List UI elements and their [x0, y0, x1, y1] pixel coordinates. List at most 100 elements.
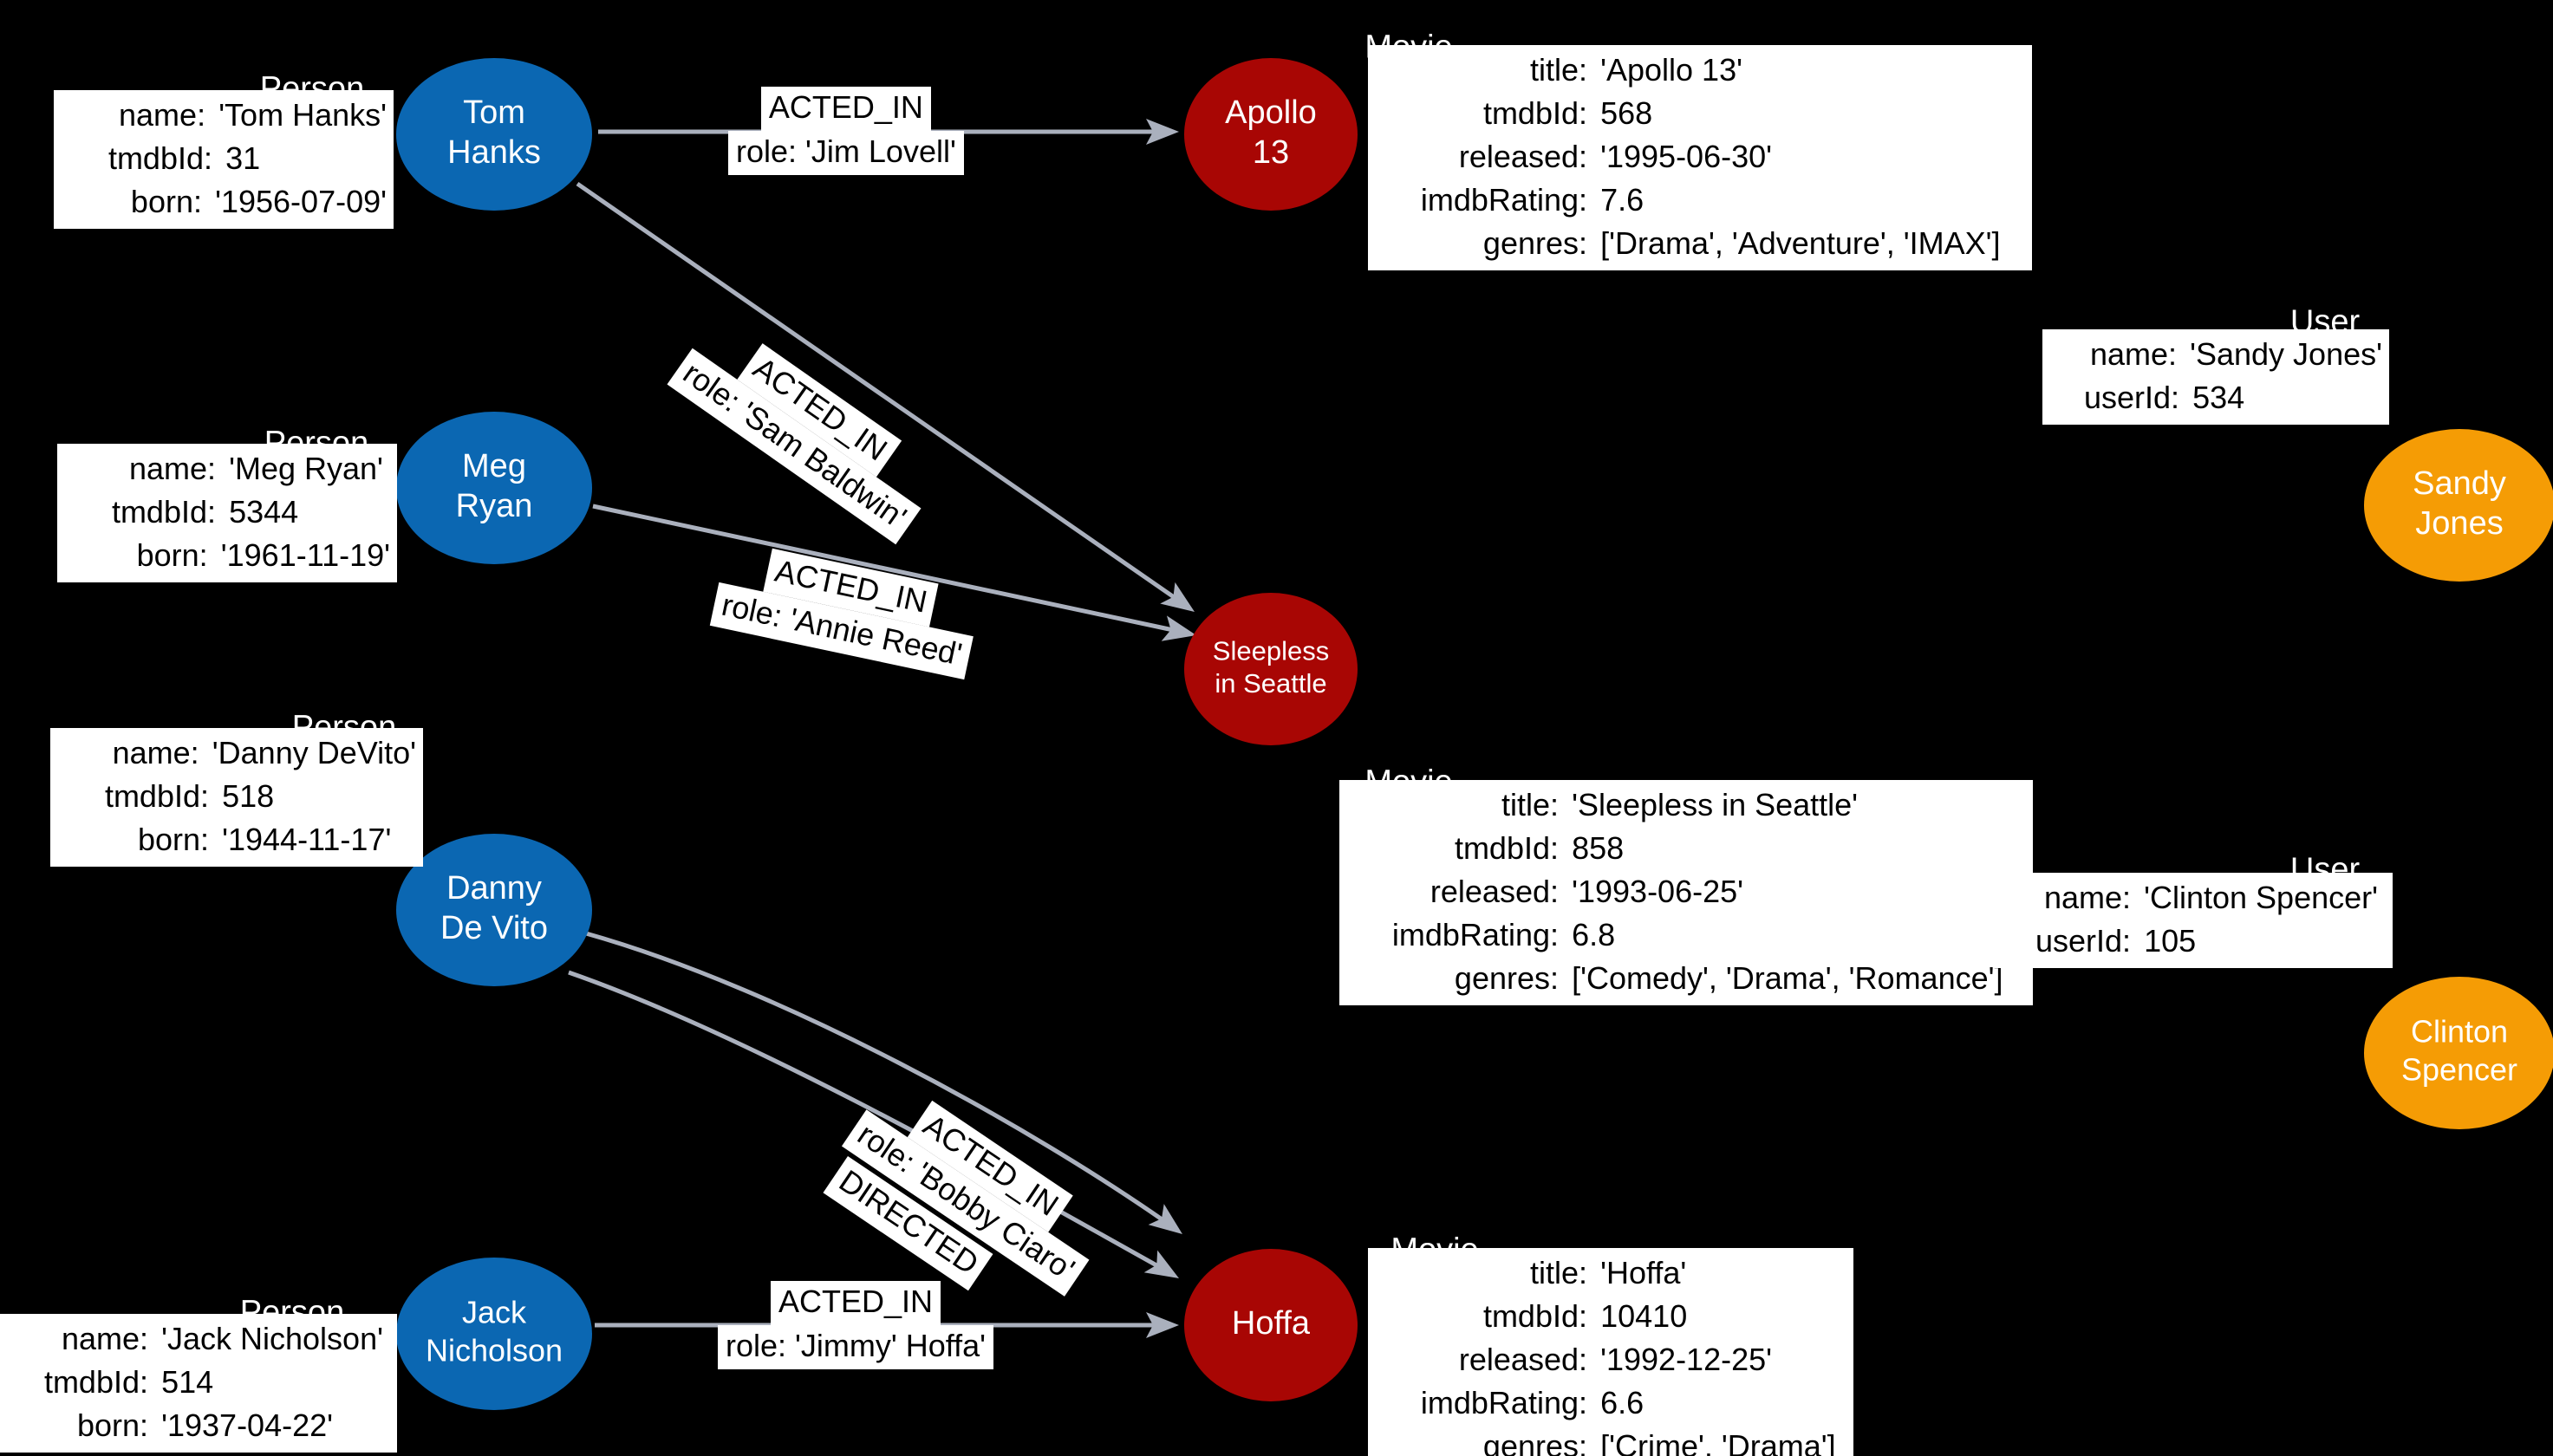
property-key: released: [1458, 139, 1587, 175]
property-row: name: 'Clinton Spencer' [2001, 876, 2386, 920]
edge-label-tom_apollo-line1: role: 'Jim Lovell' [728, 130, 964, 175]
node-clinton_spencer[interactable]: ClintonSpencer [2364, 977, 2553, 1129]
node-label: Tom [463, 94, 525, 131]
node-label: Jack [462, 1295, 527, 1330]
property-key: released: [1458, 1342, 1587, 1378]
property-key: imdbRating: [1420, 182, 1587, 218]
edge-line [576, 181, 1189, 609]
property-key: userId: [2035, 923, 2131, 959]
edge-label-tom_apollo-line0: ACTED_IN [760, 87, 931, 131]
property-value: '1961-11-19' [220, 537, 390, 574]
property-row: tmdbId: 858 [1346, 827, 2026, 870]
property-row: userId: 105 [2001, 920, 2386, 963]
property-value: '1995-06-30' [1600, 139, 1773, 175]
property-value: 'Danny DeVito' [212, 735, 416, 770]
node-hoffa[interactable]: Hoffa [1184, 1249, 1358, 1401]
property-value: 568 [1600, 95, 1653, 132]
node-label: Nicholson [426, 1332, 563, 1368]
property-value: 7.6 [1600, 182, 1644, 218]
property-row: tmdbId: 5344 [64, 491, 390, 534]
property-row: title: 'Apollo 13' [1375, 49, 2025, 92]
node-sleepless[interactable]: Sleeplessin Seattle [1184, 593, 1358, 745]
arrowhead-icon [1148, 1204, 1182, 1234]
property-row: name: 'Meg Ryan' [64, 447, 390, 491]
property-box-danny_devito: name: 'Danny DeVito' tmdbId: 518 born: '1944-… [50, 728, 423, 868]
property-value: '1992-12-25' [1600, 1342, 1773, 1378]
node-meg_ryan[interactable]: Meg Ryan [396, 412, 592, 564]
property-row: genres: ['Comedy', 'Drama', 'Romance'] [1346, 957, 2026, 1000]
property-row: userId: 534 [2049, 376, 2382, 419]
property-value: 'Sandy Jones' [2190, 336, 2382, 372]
property-box-clinton_spencer: name: 'Clinton Spencer' userId: 105 [1994, 873, 2393, 969]
property-key: born: [76, 1407, 148, 1444]
property-key: userId: [2083, 380, 2179, 416]
node-label: Apollo [1225, 94, 1317, 131]
graph-canvas: Tom Hanks Meg Ryan Danny De Vito Jack Nicholson… [0, 0, 2553, 1456]
property-row: imdbRating: 6.6 [1375, 1381, 1846, 1425]
property-row: tmdbId: 10410 [1375, 1295, 1846, 1338]
property-key: title: [1529, 52, 1587, 88]
node-label: Hoffa [1232, 1305, 1311, 1342]
property-row: tmdbId: 31 [61, 137, 387, 180]
property-row: genres: ['Crime', 'Drama'] [1375, 1425, 1846, 1456]
property-key: name: [128, 451, 216, 486]
arrowhead-icon [1143, 1250, 1179, 1278]
property-key: imdbRating: [1391, 917, 1559, 953]
property-key: tmdbId: [43, 1364, 148, 1401]
property-row: genres: ['Drama', 'Adventure', 'IMAX'] [1375, 222, 2025, 265]
property-key: imdbRating: [1420, 1385, 1587, 1421]
property-key: released: [1430, 874, 1559, 910]
property-key: tmdbId: [1482, 1298, 1587, 1335]
property-key: tmdbId: [1482, 95, 1587, 132]
node-label: 13 [1253, 134, 1289, 171]
property-row: imdbRating: 6.8 [1346, 913, 2026, 957]
property-key: born: [130, 184, 202, 220]
property-value: 'Tom Hanks' [218, 97, 387, 133]
node-label: Ryan [456, 488, 533, 524]
property-row: born: '1956-07-09' [61, 180, 387, 224]
property-row: tmdbId: 514 [0, 1361, 390, 1404]
property-row: released: '1992-12-25' [1375, 1338, 1846, 1381]
node-sandy_jones[interactable]: SandyJones [2364, 429, 2553, 582]
property-value: ['Drama', 'Adventure', 'IMAX'] [1600, 225, 2001, 262]
property-value: 6.8 [1572, 917, 1616, 953]
property-value: '1956-07-09' [215, 184, 387, 220]
property-box-meg_ryan: name: 'Meg Ryan' tmdbId: 5344 born: '1961-11-… [57, 444, 397, 583]
property-value: ['Comedy', 'Drama', 'Romance'] [1572, 960, 2003, 997]
property-key: name: [2089, 336, 2177, 372]
property-key: name: [119, 97, 206, 133]
property-value: 5344 [229, 494, 299, 530]
property-box-jack_nicholson: name: 'Jack Nicholson' tmdbId: 514 born: '193… [0, 1314, 397, 1453]
node-label: Danny [446, 870, 542, 907]
node-label: Meg [462, 448, 526, 484]
property-box-hoffa: title: 'Hoffa' tmdbId: 10410 released: '1992-… [1368, 1248, 1853, 1456]
node-jack_nicholson[interactable]: JackNicholson [396, 1258, 592, 1410]
node-label: Hanks [447, 134, 541, 171]
property-value: 6.6 [1600, 1385, 1644, 1421]
property-value: 858 [1572, 830, 1625, 867]
edge-tom_sleepless[interactable] [576, 181, 1202, 622]
arrowhead-icon [1160, 582, 1195, 612]
property-value: 'Jack Nicholson' [161, 1321, 383, 1356]
property-value: 514 [161, 1364, 214, 1401]
property-box-tom_hanks: name: 'Tom Hanks' tmdbId: 31 born: '1956-07-0… [54, 90, 394, 230]
property-value: 'Apollo 13' [1600, 52, 1742, 88]
property-value: '1944-11-17' [222, 822, 392, 858]
node-label: Sleepless [1213, 635, 1329, 666]
node-tom_hanks[interactable]: TomHanks [396, 58, 592, 211]
property-row: born: '1937-04-22' [0, 1404, 390, 1447]
edge-label-group-jack_hoffa: ACTED_IN role: 'Jimmy' Hoffa' [718, 1281, 994, 1369]
property-key: name: [61, 1321, 148, 1356]
property-row: name: 'Danny DeVito' [57, 731, 416, 775]
property-value: 31 [225, 140, 261, 177]
property-row: released: '1993-06-25' [1346, 870, 2026, 913]
node-label: in Seattle [1215, 668, 1326, 699]
node-label: De Vito [440, 910, 548, 946]
node-label: Sandy [2413, 465, 2506, 502]
edge-label-jack_hoffa-line1: role: 'Jimmy' Hoffa' [718, 1324, 994, 1369]
property-row: name: 'Sandy Jones' [2049, 333, 2382, 376]
node-apollo13[interactable]: Apollo13 [1184, 58, 1358, 211]
property-value: 'Clinton Spencer' [2144, 880, 2379, 915]
property-value: 534 [2192, 380, 2245, 416]
node-danny_devito[interactable]: DannyDe Vito [396, 834, 592, 986]
